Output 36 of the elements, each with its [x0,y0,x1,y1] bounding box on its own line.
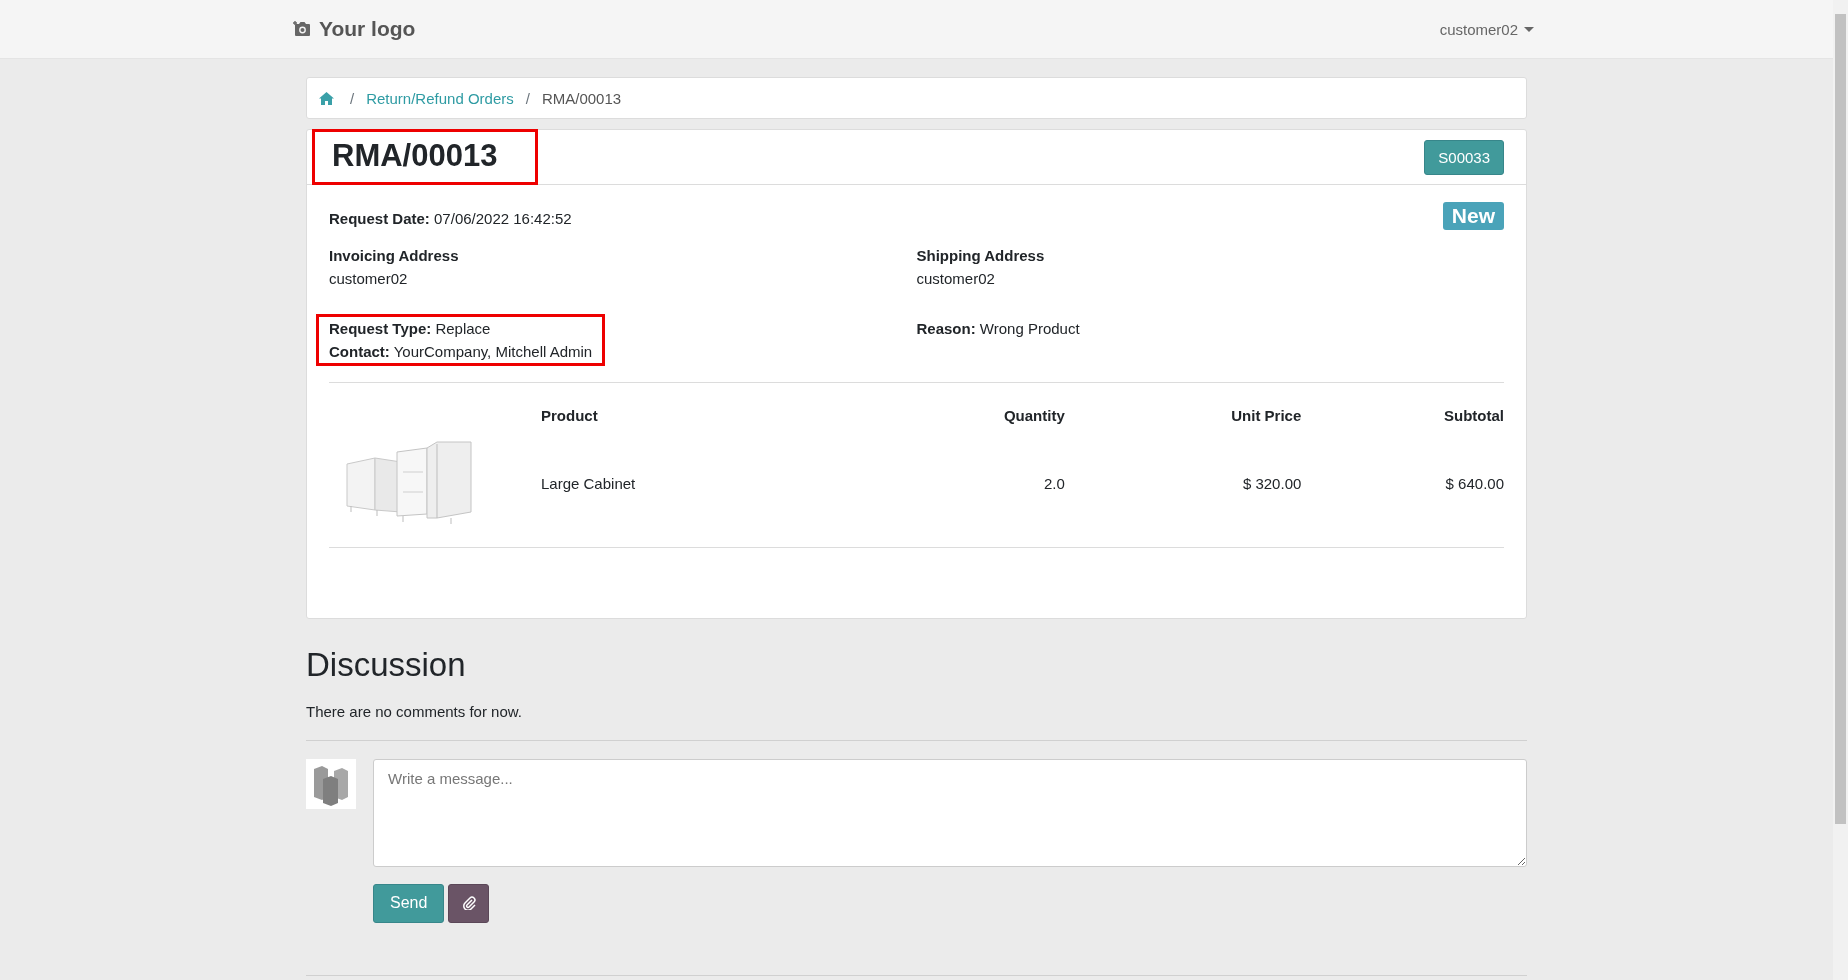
subtotal-cell: $ 640.00 [1301,436,1504,548]
column-header: Quantity [859,382,1065,436]
home-icon[interactable] [319,91,334,105]
avatar-icon [306,758,356,809]
invoicing-address: customer02 [329,269,409,289]
scrollbar[interactable] [1833,0,1848,980]
column-header: Unit Price [1064,382,1302,436]
request-date: Request Date: 07/06/2022 16:42:52 [329,209,572,229]
unit-price-cell: $ 320.00 [1064,436,1302,548]
caret-icon [1524,26,1534,32]
camera-icon [293,21,311,37]
column-header: Product [541,382,860,436]
message-field[interactable]: Write a message... [373,758,1527,867]
quantity-cell: 2.0 [859,436,1065,548]
order-title: RMA/00013 [312,128,539,186]
paperclip-icon [461,896,476,911]
reason-field: Reason: Wrong Product [916,317,1504,340]
breadcrumb-separator: / [525,89,530,107]
shipping-address-label: Shipping Address [916,246,1046,266]
user-menu[interactable]: customer02 [1439,20,1534,38]
discussion-heading: Discussion [306,645,467,685]
detail-field: Contact: YourCompany, Mitchell Admin [329,340,593,363]
product-name: Large Cabinet [541,436,860,548]
no-comments-text: There are no comments for now. [306,702,523,720]
sale-order-button[interactable]: S00033 [1424,139,1504,175]
breadcrumb-separator: / [350,89,355,107]
column-header: Subtotal [1301,382,1504,436]
attach-button[interactable] [448,883,490,923]
breadcrumb-link[interactable]: Return/Refund Orders [366,89,514,107]
send-button[interactable]: Send [373,883,445,923]
status-badge: New [1442,202,1504,230]
current-page-label: RMA/00013 [541,89,622,107]
detail-field: Request Type: Replace [329,317,593,340]
shipping-address: customer02 [916,269,996,289]
logo-link[interactable]: Your logo [293,17,416,41]
invoicing-address-label: Invoicing Address [329,246,460,266]
